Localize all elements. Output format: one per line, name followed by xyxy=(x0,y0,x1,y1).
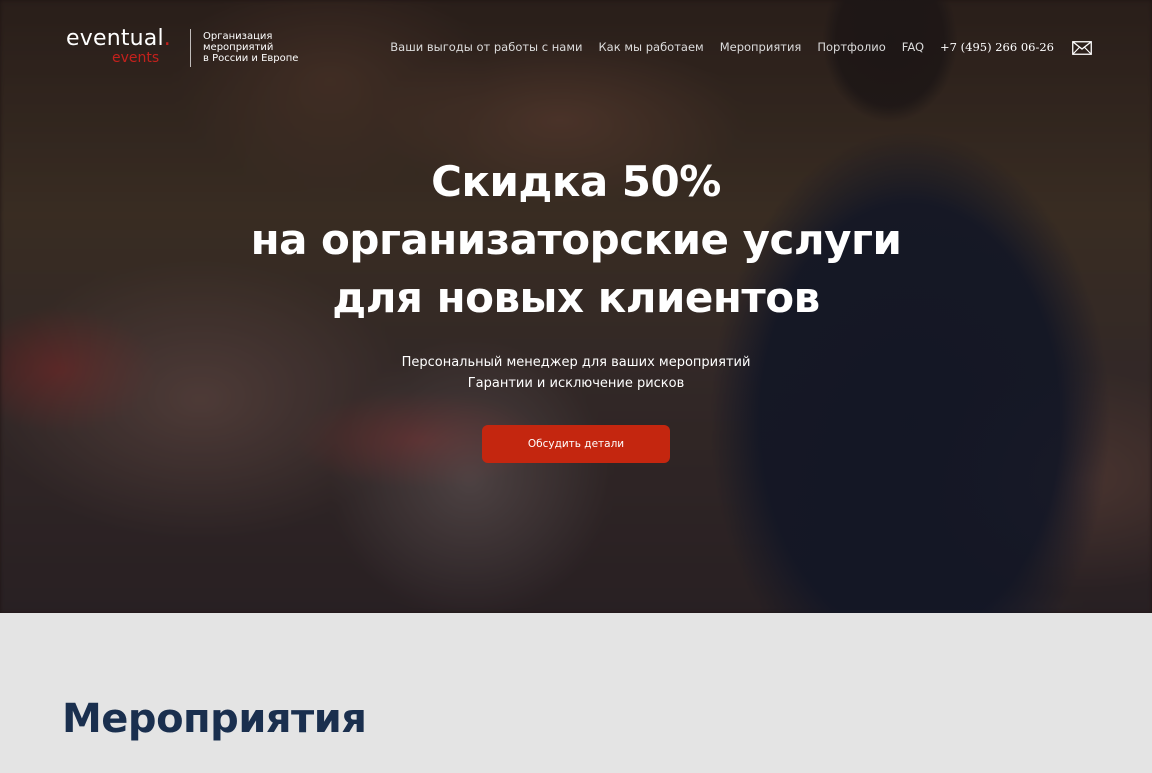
headline-line: Скидка 50% xyxy=(431,157,721,206)
subtitle-line: Гарантии и исключение рисков xyxy=(467,376,685,391)
brand-logo[interactable]: eventual. events xyxy=(66,26,186,70)
brand-tagline: Организация мероприятий в России и Европ… xyxy=(203,31,323,64)
brand-dot: . xyxy=(163,26,171,51)
headline-line: для новых клиентов xyxy=(332,273,820,322)
brand-logo-wordmark: eventual. xyxy=(66,26,171,52)
nav-link-portfolio[interactable]: Портфолио xyxy=(817,39,885,55)
hero-headline: Скидка 50% на организаторские услуги для… xyxy=(0,153,1152,327)
nav-link-benefits[interactable]: Ваши выгоды от работы с нами xyxy=(390,39,582,55)
events-section: Мероприятия xyxy=(0,613,1152,773)
tagline-line: мероприятий xyxy=(203,42,274,53)
mail-icon[interactable] xyxy=(1072,40,1092,55)
site-header: eventual. events Организация мероприятий… xyxy=(0,0,1152,90)
discuss-details-button[interactable]: Обсудить детали xyxy=(482,425,670,463)
main-nav: Ваши выгоды от работы с нами Как мы рабо… xyxy=(390,39,1092,55)
tagline-line: в России и Европе xyxy=(203,53,299,64)
hero-subtitle: Персональный менеджер для ваших мероприя… xyxy=(0,352,1152,394)
nav-link-faq[interactable]: FAQ xyxy=(902,39,924,55)
nav-link-events[interactable]: Мероприятия xyxy=(720,39,802,55)
hero-section: eventual. events Организация мероприятий… xyxy=(0,0,1152,613)
brand-sub: events xyxy=(112,50,160,66)
brand-name: eventual xyxy=(66,26,164,51)
phone-link[interactable]: +7 (495) 266 06-26 xyxy=(940,40,1054,54)
headline-line: на организаторские услуги xyxy=(250,215,902,264)
subtitle-line: Персональный менеджер для ваших мероприя… xyxy=(401,355,751,370)
events-section-title: Мероприятия xyxy=(62,696,367,742)
nav-link-how-we-work[interactable]: Как мы работаем xyxy=(599,39,704,55)
logo-divider xyxy=(190,29,191,67)
tagline-line: Организация xyxy=(203,31,273,42)
